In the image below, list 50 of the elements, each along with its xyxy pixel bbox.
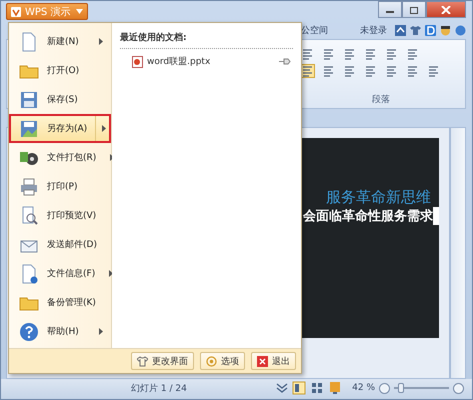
zoom-out-button[interactable]	[379, 382, 390, 394]
zoom-percent: 42 %	[352, 383, 375, 393]
ribbon-tab[interactable]: 公空间	[301, 24, 328, 36]
close-icon	[441, 6, 451, 14]
vertical-scrollbar[interactable]	[450, 127, 466, 379]
menu-item[interactable]: 发送邮件(D)	[9, 230, 111, 259]
menu-item[interactable]: 打开(O)	[9, 56, 111, 85]
submenu-arrow-icon	[102, 125, 106, 132]
menu-item[interactable]: 打印(P)	[9, 172, 111, 201]
recent-documents-heading: 最近使用的文档:	[120, 31, 293, 49]
menu-item[interactable]: 打印预览(V)	[9, 201, 111, 230]
align-left-icon[interactable]	[301, 65, 314, 77]
submenu-arrow-icon	[99, 328, 103, 335]
submenu-arrow-icon	[109, 270, 114, 277]
printer-icon	[19, 176, 39, 196]
letter-d-icon[interactable]	[425, 24, 436, 36]
chevron-down-icon[interactable]	[276, 383, 288, 393]
shirt-icon[interactable]	[410, 24, 421, 36]
maximize-icon	[409, 6, 419, 14]
normal-view-icon[interactable]	[292, 381, 306, 395]
shirt-icon	[137, 356, 148, 366]
settings-icon	[206, 356, 217, 366]
presentation-file-icon	[132, 56, 143, 68]
menu-item[interactable]: 帮助(H)	[9, 317, 111, 346]
close-icon	[257, 356, 268, 366]
menu-item[interactable]: 文件信息(F)	[9, 259, 111, 288]
close-button[interactable]	[426, 1, 466, 18]
slideshow-icon[interactable]	[328, 381, 342, 395]
zoom-slider-thumb[interactable]	[398, 383, 404, 393]
arrow-up-icon[interactable]	[395, 24, 406, 36]
recent-file-item[interactable]: word联盟.pptx	[120, 49, 293, 68]
minimize-button[interactable]	[378, 1, 402, 18]
pin-icon[interactable]	[279, 58, 291, 65]
wps-logo-icon	[11, 6, 21, 16]
menu-item[interactable]: 备份管理(K)	[9, 288, 111, 317]
menu-item[interactable]: 新建(N)	[9, 27, 111, 56]
footer-button[interactable]: 退出	[251, 352, 296, 370]
slide-text: 服务革命新思维	[326, 188, 432, 207]
menu-item[interactable]: 另存为(A)	[9, 114, 111, 143]
submenu-arrow-icon	[99, 38, 103, 45]
maximize-button[interactable]	[402, 1, 426, 18]
grid-view-icon[interactable]	[310, 381, 324, 395]
group-label: 段落	[371, 94, 391, 106]
menu-item[interactable]: 保存(S)	[9, 85, 111, 114]
footer-button[interactable]: 更改界面	[131, 352, 194, 370]
footer-button[interactable]: 选项	[200, 352, 245, 370]
caret-icon	[76, 9, 83, 14]
zoom-in-button[interactable]	[453, 382, 464, 394]
slide-counter: 幻灯片 1 / 24	[131, 382, 187, 394]
login-status[interactable]: 未登录	[360, 24, 387, 36]
